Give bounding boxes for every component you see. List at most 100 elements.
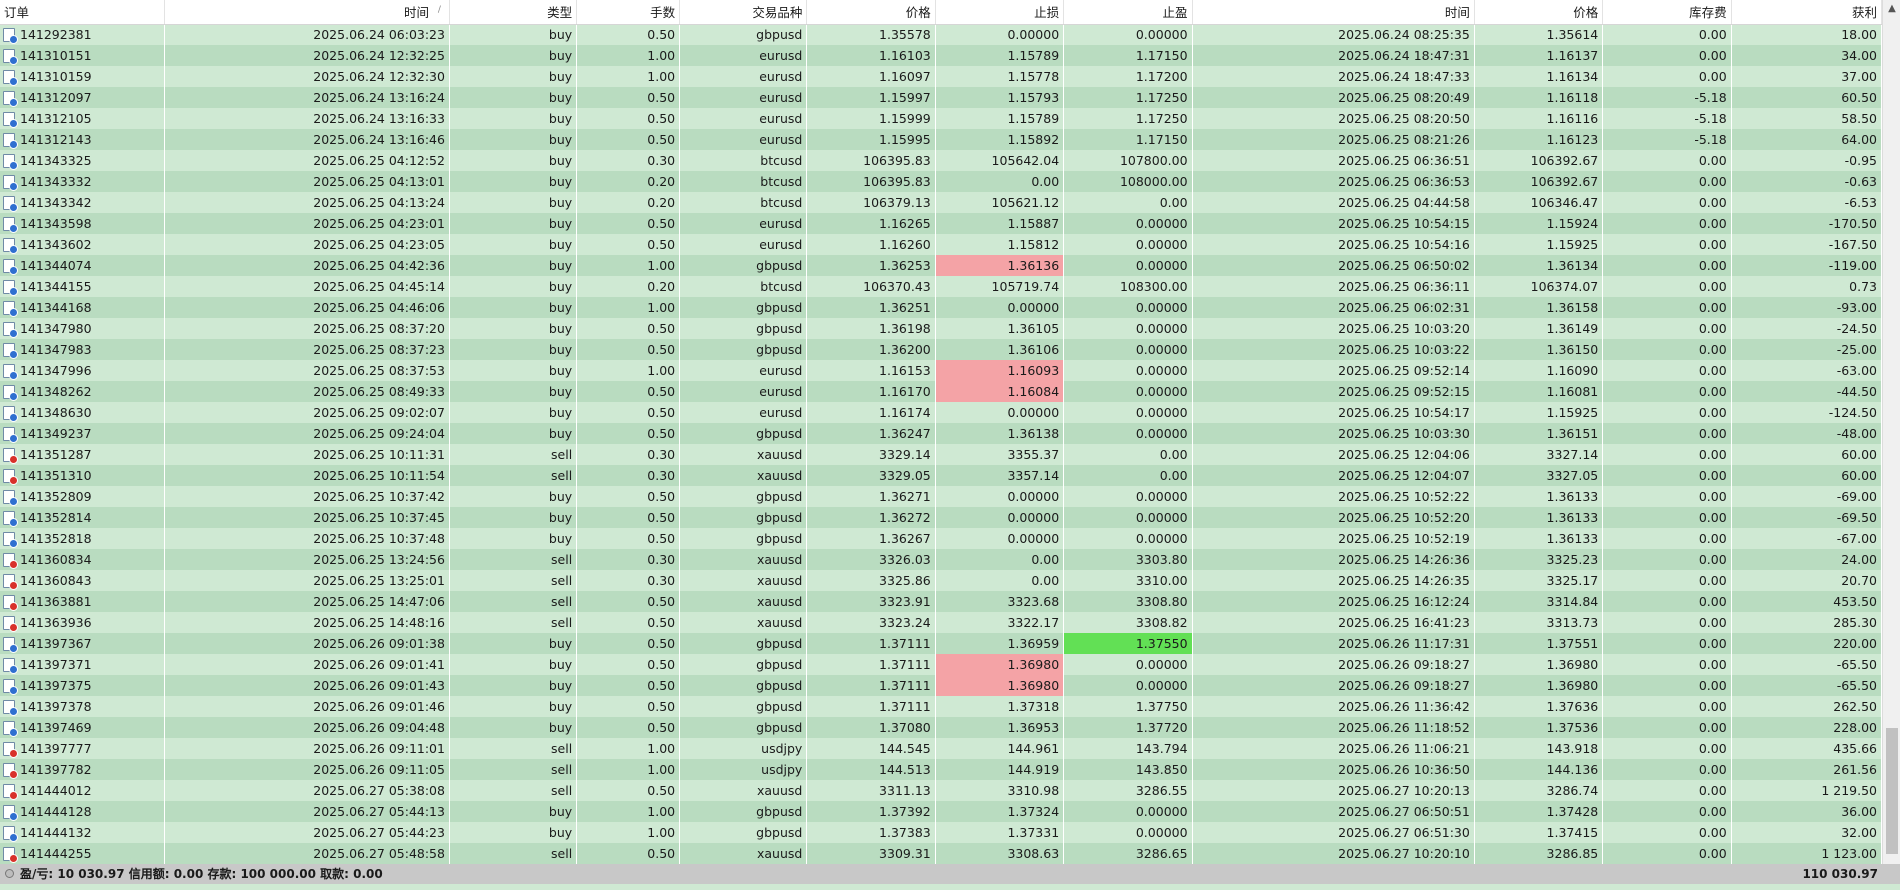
open-time-cell: 2025.06.25 08:37:20 — [164, 318, 450, 339]
table-row[interactable]: 141444132 2025.06.27 05:44:23 buy 1.00 gbpus… — [0, 822, 1882, 843]
table-row[interactable]: 141344155 2025.06.25 04:45:14 buy 0.20 btcus… — [0, 276, 1882, 297]
order-document-icon — [3, 301, 18, 317]
table-row[interactable]: 141360834 2025.06.25 13:24:56 sell 0.30 xauu… — [0, 549, 1882, 570]
table-body: 141292381 2025.06.24 06:03:23 buy 0.50 gbpus… — [0, 24, 1882, 864]
swap-cell: 0.00 — [1602, 822, 1732, 843]
table-row[interactable]: 141348630 2025.06.25 09:02:07 buy 0.50 eurus… — [0, 402, 1882, 423]
table-row[interactable]: 141292381 2025.06.24 06:03:23 buy 0.50 gbpus… — [0, 24, 1882, 45]
table-row[interactable]: 141343332 2025.06.25 04:13:01 buy 0.20 btcus… — [0, 171, 1882, 192]
open-time-cell: 2025.06.25 10:37:45 — [164, 507, 450, 528]
stop-loss-cell: 3355.37 — [935, 444, 1065, 465]
table-row[interactable]: 141444128 2025.06.27 05:44:13 buy 1.00 gbpus… — [0, 801, 1882, 822]
close-time-cell: 2025.06.27 10:20:10 — [1192, 843, 1475, 864]
column-header-lots[interactable]: 手数 — [576, 0, 681, 25]
table-row[interactable]: 141348262 2025.06.25 08:49:33 buy 0.50 eurus… — [0, 381, 1882, 402]
column-header-profit[interactable]: 获利 — [1731, 0, 1882, 25]
table-row[interactable]: 141352814 2025.06.25 10:37:45 buy 0.50 gbpus… — [0, 507, 1882, 528]
table-row[interactable]: 141363881 2025.06.25 14:47:06 sell 0.50 xauu… — [0, 591, 1882, 612]
take-profit-cell: 0.00000 — [1063, 360, 1193, 381]
swap-cell: -5.18 — [1602, 87, 1732, 108]
table-row[interactable]: 141397375 2025.06.26 09:01:43 buy 0.50 gbpus… — [0, 675, 1882, 696]
swap-cell: 0.00 — [1602, 234, 1732, 255]
lots-cell: 0.50 — [576, 423, 681, 444]
order-number: 141343342 — [20, 195, 92, 210]
lots-cell: 0.50 — [576, 654, 681, 675]
take-profit-cell: 1.17200 — [1063, 66, 1193, 87]
take-profit-cell: 0.00000 — [1063, 24, 1193, 45]
swap-cell: 0.00 — [1602, 675, 1732, 696]
table-row[interactable]: 141397378 2025.06.26 09:01:46 buy 0.50 gbpus… — [0, 696, 1882, 717]
table-row[interactable]: 141352818 2025.06.25 10:37:48 buy 0.50 gbpus… — [0, 528, 1882, 549]
symbol-cell: gbpusd — [679, 633, 808, 654]
table-row[interactable]: 141343598 2025.06.25 04:23:01 buy 0.50 eurus… — [0, 213, 1882, 234]
stop-loss-cell: 1.15789 — [935, 108, 1065, 129]
table-row[interactable]: 141397782 2025.06.26 09:11:05 sell 1.00 usdj… — [0, 759, 1882, 780]
table-row[interactable]: 141347996 2025.06.25 08:37:53 buy 1.00 eurus… — [0, 360, 1882, 381]
column-header-type[interactable]: 类型 — [449, 0, 578, 25]
symbol-cell: xauusd — [679, 780, 808, 801]
column-header-close-price[interactable]: 价格 — [1474, 0, 1604, 25]
order-document-icon — [3, 364, 18, 380]
table-row[interactable]: 141397469 2025.06.26 09:04:48 buy 0.50 gbpus… — [0, 717, 1882, 738]
profit-cell: 220.00 — [1731, 633, 1882, 654]
column-header-open-price[interactable]: 价格 — [806, 0, 936, 25]
table-row[interactable]: 141352809 2025.06.25 10:37:42 buy 0.50 gbpus… — [0, 486, 1882, 507]
column-header-order[interactable]: 订单 — [0, 0, 166, 25]
type-cell: sell — [449, 612, 578, 633]
vertical-scrollbar[interactable]: ▲ — [1882, 0, 1900, 864]
take-profit-cell: 0.00000 — [1063, 339, 1193, 360]
table-row[interactable]: 141312105 2025.06.24 13:16:33 buy 0.50 eurus… — [0, 108, 1882, 129]
table-row[interactable]: 141397777 2025.06.26 09:11:01 sell 1.00 usdj… — [0, 738, 1882, 759]
column-header-take-profit[interactable]: 止盈 — [1063, 0, 1193, 25]
scroll-up-arrow-icon[interactable]: ▲ — [1883, 0, 1900, 18]
order-number: 141292381 — [20, 27, 92, 43]
table-row[interactable]: 141344168 2025.06.25 04:46:06 buy 1.00 gbpus… — [0, 297, 1882, 318]
table-row[interactable]: 141397371 2025.06.26 09:01:41 buy 0.50 gbpus… — [0, 654, 1882, 675]
symbol-cell: eurusd — [679, 381, 808, 402]
open-time-cell: 2025.06.26 09:11:01 — [164, 738, 450, 759]
profit-cell: -119.00 — [1731, 255, 1882, 276]
column-header-close-time[interactable]: 时间 — [1192, 0, 1475, 25]
order-cell: 141347980 — [0, 318, 166, 339]
table-row[interactable]: 141347980 2025.06.25 08:37:20 buy 0.50 gbpus… — [0, 318, 1882, 339]
table-row[interactable]: 141444012 2025.06.27 05:38:08 sell 0.50 xauu… — [0, 780, 1882, 801]
table-row[interactable]: 141310159 2025.06.24 12:32:30 buy 1.00 eurus… — [0, 66, 1882, 87]
table-row[interactable]: 141397367 2025.06.26 09:01:38 buy 0.50 gbpus… — [0, 633, 1882, 654]
table-row[interactable]: 141312097 2025.06.24 13:16:24 buy 0.50 eurus… — [0, 87, 1882, 108]
lots-cell: 0.50 — [576, 675, 681, 696]
symbol-cell: gbpusd — [679, 801, 808, 822]
table-row[interactable]: 141351310 2025.06.25 10:11:54 sell 0.30 xauu… — [0, 465, 1882, 486]
column-header-open-time[interactable]: 时间 / — [164, 0, 450, 25]
table-row[interactable]: 141347983 2025.06.25 08:37:23 buy 0.50 gbpus… — [0, 339, 1882, 360]
take-profit-cell: 3286.55 — [1063, 780, 1193, 801]
close-time-cell: 2025.06.26 10:36:50 — [1192, 759, 1475, 780]
table-row[interactable]: 141444255 2025.06.27 05:48:58 sell 0.50 xauu… — [0, 843, 1882, 864]
lots-cell: 0.50 — [576, 108, 681, 129]
stop-loss-cell: 0.00 — [935, 549, 1065, 570]
table-row[interactable]: 141343602 2025.06.25 04:23:05 buy 0.50 eurus… — [0, 234, 1882, 255]
table-row[interactable]: 141349237 2025.06.25 09:24:04 buy 0.50 gbpus… — [0, 423, 1882, 444]
scrollbar-thumb[interactable] — [1886, 728, 1898, 854]
symbol-cell: xauusd — [679, 549, 808, 570]
table-row[interactable]: 141310151 2025.06.24 12:32:25 buy 1.00 eurus… — [0, 45, 1882, 66]
order-document-icon — [3, 238, 18, 254]
column-header-swap[interactable]: 库存费 — [1602, 0, 1732, 25]
open-price-cell: 1.15999 — [806, 108, 936, 129]
order-cell: 141444132 — [0, 822, 166, 843]
table-row[interactable]: 141360843 2025.06.25 13:25:01 sell 0.30 xauu… — [0, 570, 1882, 591]
table-row[interactable]: 141343325 2025.06.25 04:12:52 buy 0.30 btcus… — [0, 150, 1882, 171]
table-row[interactable]: 141343342 2025.06.25 04:13:24 buy 0.20 btcus… — [0, 192, 1882, 213]
table-row[interactable]: 141344074 2025.06.25 04:42:36 buy 1.00 gbpus… — [0, 255, 1882, 276]
lots-cell: 0.20 — [576, 276, 681, 297]
close-price-cell: 3314.84 — [1474, 591, 1604, 612]
column-header-stop-loss[interactable]: 止损 — [935, 0, 1065, 25]
table-row[interactable]: 141351287 2025.06.25 10:11:31 sell 0.30 xauu… — [0, 444, 1882, 465]
swap-cell: 0.00 — [1602, 507, 1732, 528]
close-price-cell: 1.37551 — [1474, 633, 1604, 654]
column-header-symbol[interactable]: 交易品种 — [679, 0, 808, 25]
table-row[interactable]: 141312143 2025.06.24 13:16:46 buy 0.50 eurus… — [0, 129, 1882, 150]
close-price-cell: 143.918 — [1474, 738, 1604, 759]
profit-cell: -167.50 — [1731, 234, 1882, 255]
table-row[interactable]: 141363936 2025.06.25 14:48:16 sell 0.50 xauu… — [0, 612, 1882, 633]
table-header-row: 订单 时间 / 类型 手数 交易品种 价格 止损 止盈 时间 价格 库存费 获利 — [0, 0, 1882, 25]
